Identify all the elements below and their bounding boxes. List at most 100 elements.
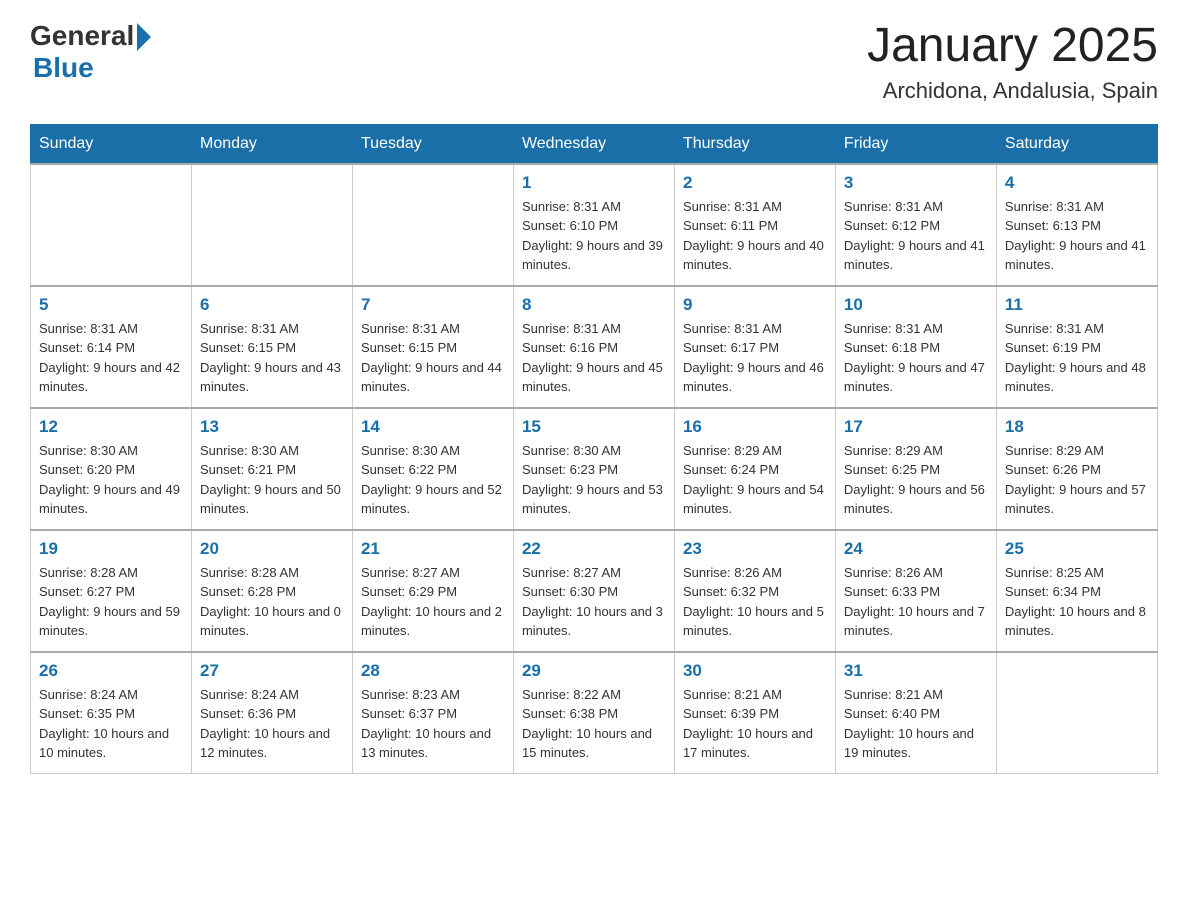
day-info: Sunrise: 8:28 AM Sunset: 6:27 PM Dayligh… [39,563,183,641]
day-info: Sunrise: 8:31 AM Sunset: 6:15 PM Dayligh… [200,319,344,397]
calendar-cell: 10 Sunrise: 8:31 AM Sunset: 6:18 PM Dayli… [835,286,996,408]
calendar-cell: 9Sunrise: 8:31 AM Sunset: 6:17 PM Daylig… [674,286,835,408]
day-info: Sunrise: 8:31 AM Sunset: 6:18 PM Dayligh… [844,319,988,397]
calendar-cell [352,164,513,286]
day-info: Sunrise: 8:27 AM Sunset: 6:30 PM Dayligh… [522,563,666,641]
day-number: 3 [844,173,988,193]
calendar-cell: 8Sunrise: 8:31 AM Sunset: 6:16 PM Daylig… [513,286,674,408]
calendar-cell: 28 Sunrise: 8:23 AM Sunset: 6:37 PM Dayli… [352,652,513,774]
day-info: Sunrise: 8:26 AM Sunset: 6:33 PM Dayligh… [844,563,988,641]
calendar-cell: 2 Sunrise: 8:31 AM Sunset: 6:11 PM Daylig… [674,164,835,286]
day-info: Sunrise: 8:30 AM Sunset: 6:22 PM Dayligh… [361,441,505,519]
calendar-day-header: Thursday [674,124,835,164]
calendar-cell: 18 Sunrise: 8:29 AM Sunset: 6:26 PM Dayli… [996,408,1157,530]
day-number: 15 [522,417,666,437]
day-info: Sunrise: 8:29 AM Sunset: 6:24 PM Dayligh… [683,441,827,519]
day-number: 20 [200,539,344,559]
calendar-day-header: Tuesday [352,124,513,164]
calendar-cell: 19Sunrise: 8:28 AM Sunset: 6:27 PM Dayli… [31,530,192,652]
day-info: Sunrise: 8:31 AM Sunset: 6:15 PM Dayligh… [361,319,505,397]
day-number: 16 [683,417,827,437]
day-number: 10 [844,295,988,315]
day-number: 4 [1005,173,1149,193]
calendar-cell [996,652,1157,774]
day-info: Sunrise: 8:31 AM Sunset: 6:10 PM Dayligh… [522,197,666,275]
calendar-cell: 26Sunrise: 8:24 AM Sunset: 6:35 PM Dayli… [31,652,192,774]
calendar-day-header: Sunday [31,124,192,164]
day-info: Sunrise: 8:21 AM Sunset: 6:40 PM Dayligh… [844,685,988,763]
month-title: January 2025 [867,20,1158,73]
day-number: 27 [200,661,344,681]
calendar-cell: 29 Sunrise: 8:22 AM Sunset: 6:38 PM Dayli… [513,652,674,774]
calendar-header-row: SundayMondayTuesdayWednesdayThursdayFrid… [31,124,1158,164]
calendar-cell: 12Sunrise: 8:30 AM Sunset: 6:20 PM Dayli… [31,408,192,530]
calendar-cell [191,164,352,286]
day-number: 24 [844,539,988,559]
calendar-cell: 1 Sunrise: 8:31 AM Sunset: 6:10 PM Daylig… [513,164,674,286]
calendar-cell: 20Sunrise: 8:28 AM Sunset: 6:28 PM Dayli… [191,530,352,652]
calendar-cell: 15 Sunrise: 8:30 AM Sunset: 6:23 PM Dayli… [513,408,674,530]
logo-general: General [30,20,134,52]
day-number: 9 [683,295,827,315]
day-info: Sunrise: 8:31 AM Sunset: 6:11 PM Dayligh… [683,197,827,275]
day-number: 1 [522,173,666,193]
day-number: 23 [683,539,827,559]
day-info: Sunrise: 8:23 AM Sunset: 6:37 PM Dayligh… [361,685,505,763]
calendar-day-header: Friday [835,124,996,164]
calendar-cell: 13Sunrise: 8:30 AM Sunset: 6:21 PM Dayli… [191,408,352,530]
day-number: 30 [683,661,827,681]
location-title: Archidona, Andalusia, Spain [867,78,1158,104]
day-info: Sunrise: 8:31 AM Sunset: 6:14 PM Dayligh… [39,319,183,397]
day-number: 13 [200,417,344,437]
day-number: 12 [39,417,183,437]
logo-blue: Blue [33,52,151,84]
calendar-cell: 3 Sunrise: 8:31 AM Sunset: 6:12 PM Daylig… [835,164,996,286]
calendar-cell: 25Sunrise: 8:25 AM Sunset: 6:34 PM Dayli… [996,530,1157,652]
logo-arrow-icon [137,23,151,51]
day-info: Sunrise: 8:24 AM Sunset: 6:35 PM Dayligh… [39,685,183,763]
day-info: Sunrise: 8:31 AM Sunset: 6:12 PM Dayligh… [844,197,988,275]
calendar-cell: 31 Sunrise: 8:21 AM Sunset: 6:40 PM Dayli… [835,652,996,774]
day-info: Sunrise: 8:24 AM Sunset: 6:36 PM Dayligh… [200,685,344,763]
calendar-cell: 16 Sunrise: 8:29 AM Sunset: 6:24 PM Dayli… [674,408,835,530]
calendar-cell: 11 Sunrise: 8:31 AM Sunset: 6:19 PM Dayli… [996,286,1157,408]
calendar-table: SundayMondayTuesdayWednesdayThursdayFrid… [30,124,1158,774]
day-number: 5 [39,295,183,315]
day-info: Sunrise: 8:21 AM Sunset: 6:39 PM Dayligh… [683,685,827,763]
page-header: General Blue January 2025 Archidona, And… [30,20,1158,104]
day-number: 22 [522,539,666,559]
week-row: 1 Sunrise: 8:31 AM Sunset: 6:10 PM Daylig… [31,164,1158,286]
day-info: Sunrise: 8:30 AM Sunset: 6:23 PM Dayligh… [522,441,666,519]
day-info: Sunrise: 8:31 AM Sunset: 6:16 PM Dayligh… [522,319,666,397]
calendar-day-header: Wednesday [513,124,674,164]
day-number: 31 [844,661,988,681]
calendar-cell: 30 Sunrise: 8:21 AM Sunset: 6:39 PM Dayli… [674,652,835,774]
day-number: 25 [1005,539,1149,559]
day-number: 29 [522,661,666,681]
calendar-cell: 5 Sunrise: 8:31 AM Sunset: 6:14 PM Daylig… [31,286,192,408]
calendar-cell: 22 Sunrise: 8:27 AM Sunset: 6:30 PM Dayli… [513,530,674,652]
calendar-cell: 21Sunrise: 8:27 AM Sunset: 6:29 PM Dayli… [352,530,513,652]
day-number: 11 [1005,295,1149,315]
calendar-cell: 27 Sunrise: 8:24 AM Sunset: 6:36 PM Dayli… [191,652,352,774]
day-number: 2 [683,173,827,193]
calendar-cell: 4 Sunrise: 8:31 AM Sunset: 6:13 PM Daylig… [996,164,1157,286]
day-info: Sunrise: 8:31 AM Sunset: 6:19 PM Dayligh… [1005,319,1149,397]
day-info: Sunrise: 8:27 AM Sunset: 6:29 PM Dayligh… [361,563,505,641]
calendar-cell: 6Sunrise: 8:31 AM Sunset: 6:15 PM Daylig… [191,286,352,408]
week-row: 5 Sunrise: 8:31 AM Sunset: 6:14 PM Daylig… [31,286,1158,408]
calendar-cell: 17 Sunrise: 8:29 AM Sunset: 6:25 PM Dayli… [835,408,996,530]
title-section: January 2025 Archidona, Andalusia, Spain [867,20,1158,104]
day-number: 28 [361,661,505,681]
calendar-day-header: Saturday [996,124,1157,164]
day-info: Sunrise: 8:29 AM Sunset: 6:25 PM Dayligh… [844,441,988,519]
day-number: 18 [1005,417,1149,437]
week-row: 26Sunrise: 8:24 AM Sunset: 6:35 PM Dayli… [31,652,1158,774]
day-info: Sunrise: 8:26 AM Sunset: 6:32 PM Dayligh… [683,563,827,641]
day-info: Sunrise: 8:22 AM Sunset: 6:38 PM Dayligh… [522,685,666,763]
day-info: Sunrise: 8:31 AM Sunset: 6:13 PM Dayligh… [1005,197,1149,275]
day-info: Sunrise: 8:29 AM Sunset: 6:26 PM Dayligh… [1005,441,1149,519]
calendar-cell: 7Sunrise: 8:31 AM Sunset: 6:15 PM Daylig… [352,286,513,408]
day-number: 17 [844,417,988,437]
calendar-cell: 23 Sunrise: 8:26 AM Sunset: 6:32 PM Dayli… [674,530,835,652]
